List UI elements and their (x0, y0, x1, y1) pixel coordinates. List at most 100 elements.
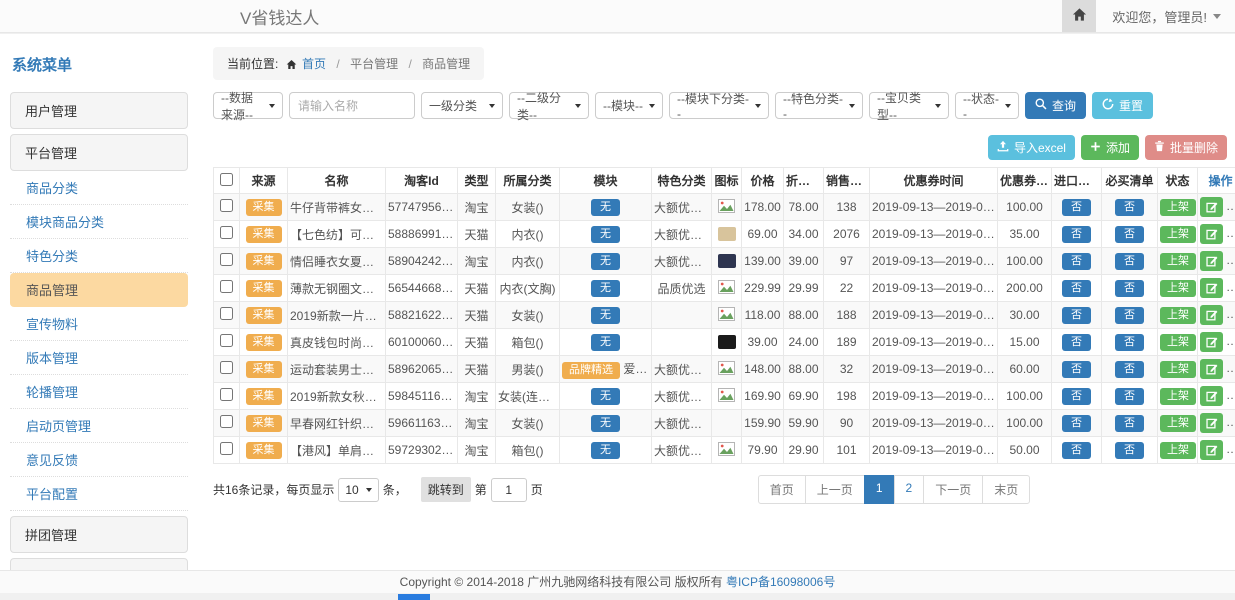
status-badge[interactable]: 上架 (1160, 253, 1196, 270)
page-button-1[interactable]: 1 (864, 475, 895, 504)
page-button-末页[interactable]: 末页 (982, 475, 1030, 504)
home-icon (282, 57, 302, 71)
must-buy-badge[interactable]: 否 (1115, 361, 1144, 378)
status-badge[interactable]: 上架 (1160, 361, 1196, 378)
filter-data-source[interactable]: --数据来源-- (213, 92, 283, 119)
must-buy-badge[interactable]: 否 (1115, 199, 1144, 216)
imported-cell: 否 (1052, 410, 1102, 437)
icon-cell (712, 194, 742, 221)
sidebar-item-用户管理[interactable]: 用户管理 (10, 92, 188, 129)
imported-badge[interactable]: 否 (1062, 199, 1091, 216)
sidebar-item-版本管理[interactable]: 版本管理 (10, 341, 188, 375)
imported-badge[interactable]: 否 (1062, 415, 1091, 432)
imported-badge[interactable]: 否 (1062, 253, 1091, 270)
must-buy-badge[interactable]: 否 (1115, 415, 1144, 432)
sidebar-item-宣传物料[interactable]: 宣传物料 (10, 307, 188, 341)
sidebar-item-特色分类[interactable]: 特色分类 (10, 239, 188, 273)
status-badge[interactable]: 上架 (1160, 199, 1196, 216)
edit-button[interactable] (1200, 305, 1223, 325)
must-buy-badge[interactable]: 否 (1115, 442, 1144, 459)
status-badge[interactable]: 上架 (1160, 334, 1196, 351)
filter-item-type[interactable]: --宝贝类型-- (869, 92, 949, 119)
breadcrumb-home-link[interactable]: 首页 (302, 57, 326, 71)
filter-level2-category[interactable]: --二级分类-- (509, 92, 589, 119)
must-buy-badge[interactable]: 否 (1115, 253, 1144, 270)
edit-button[interactable] (1200, 332, 1223, 352)
imported-badge[interactable]: 否 (1062, 442, 1091, 459)
edit-button[interactable] (1200, 197, 1223, 217)
icp-link[interactable]: 粤ICP备16098006号 (726, 575, 835, 589)
select-all-checkbox[interactable] (220, 173, 233, 186)
edit-button[interactable] (1200, 224, 1223, 244)
row-checkbox[interactable] (220, 253, 233, 266)
filter-name-input[interactable] (289, 92, 415, 119)
edit-button[interactable] (1200, 386, 1223, 406)
sidebar-item-平台管理[interactable]: 平台管理 (10, 134, 188, 171)
must-buy-badge[interactable]: 否 (1115, 334, 1144, 351)
row-checkbox[interactable] (220, 226, 233, 239)
must-buy-cell: 否 (1102, 356, 1158, 383)
row-checkbox[interactable] (220, 361, 233, 374)
filter-feature-category[interactable]: --特色分类-- (775, 92, 863, 119)
status-badge[interactable]: 上架 (1160, 307, 1196, 324)
edit-button[interactable] (1200, 278, 1223, 298)
row-checkbox[interactable] (220, 388, 233, 401)
batch-delete-button[interactable]: 批量删除 (1145, 135, 1227, 160)
row-checkbox[interactable] (220, 307, 233, 320)
status-badge[interactable]: 上架 (1160, 442, 1196, 459)
imported-badge[interactable]: 否 (1062, 334, 1091, 351)
must-buy-badge[interactable]: 否 (1115, 226, 1144, 243)
edit-button[interactable] (1200, 359, 1223, 379)
page-button-下一页[interactable]: 下一页 (923, 475, 983, 504)
home-button[interactable] (1062, 0, 1096, 32)
filter-status[interactable]: --状态-- (955, 92, 1019, 119)
row-checkbox[interactable] (220, 280, 233, 293)
reset-button[interactable]: 重置 (1092, 92, 1153, 119)
must-buy-badge[interactable]: 否 (1115, 307, 1144, 324)
sidebar-item-意见反馈[interactable]: 意见反馈 (10, 443, 188, 477)
imported-badge[interactable]: 否 (1062, 307, 1091, 324)
broken-image-icon (718, 202, 735, 216)
page-button-2[interactable]: 2 (894, 475, 925, 504)
sidebar-item-商品分类[interactable]: 商品分类 (10, 171, 188, 205)
product-thumbnail (718, 335, 736, 349)
imported-badge[interactable]: 否 (1062, 361, 1091, 378)
per-page-select[interactable]: 10 (338, 478, 378, 502)
status-badge[interactable]: 上架 (1160, 415, 1196, 432)
imported-badge[interactable]: 否 (1062, 388, 1091, 405)
filter-module-sub-category[interactable]: --模块下分类-- (669, 92, 769, 119)
sidebar-item-商品管理[interactable]: 商品管理 (10, 273, 188, 307)
edit-button[interactable] (1200, 440, 1223, 460)
row-checkbox[interactable] (220, 415, 233, 428)
jump-page-input[interactable] (491, 478, 527, 502)
status-badge[interactable]: 上架 (1160, 226, 1196, 243)
edit-button[interactable] (1200, 413, 1223, 433)
source-cell: 采集 (240, 383, 288, 410)
page-button-上一页[interactable]: 上一页 (805, 475, 865, 504)
status-badge[interactable]: 上架 (1160, 280, 1196, 297)
query-button[interactable]: 查询 (1025, 92, 1086, 119)
import-excel-button[interactable]: 导入excel (988, 135, 1075, 160)
imported-badge[interactable]: 否 (1062, 226, 1091, 243)
imported-badge[interactable]: 否 (1062, 280, 1091, 297)
filter-module[interactable]: --模块-- (595, 92, 663, 119)
sidebar-item-拼团管理[interactable]: 拼团管理 (10, 516, 188, 553)
row-checkbox[interactable] (220, 199, 233, 212)
sidebar-item-轮播管理[interactable]: 轮播管理 (10, 375, 188, 409)
edit-button[interactable] (1200, 251, 1223, 271)
user-menu[interactable]: 欢迎您，管理员! (1096, 7, 1235, 26)
jump-button[interactable]: 跳转到 (421, 477, 471, 502)
status-badge[interactable]: 上架 (1160, 388, 1196, 405)
sidebar-item-平台配置[interactable]: 平台配置 (10, 477, 188, 511)
caret-down-icon (269, 104, 275, 108)
add-button[interactable]: 添加 (1081, 135, 1139, 160)
must-buy-badge[interactable]: 否 (1115, 388, 1144, 405)
must-buy-badge[interactable]: 否 (1115, 280, 1144, 297)
sidebar-item-启动页管理[interactable]: 启动页管理 (10, 409, 188, 443)
filter-level1-category[interactable]: 一级分类 (421, 92, 503, 119)
sidebar-item-省惠快报[interactable]: 省惠快报 (10, 558, 188, 570)
sidebar-item-模块商品分类[interactable]: 模块商品分类 (10, 205, 188, 239)
row-checkbox[interactable] (220, 334, 233, 347)
page-button-首页[interactable]: 首页 (758, 475, 806, 504)
row-checkbox[interactable] (220, 442, 233, 455)
